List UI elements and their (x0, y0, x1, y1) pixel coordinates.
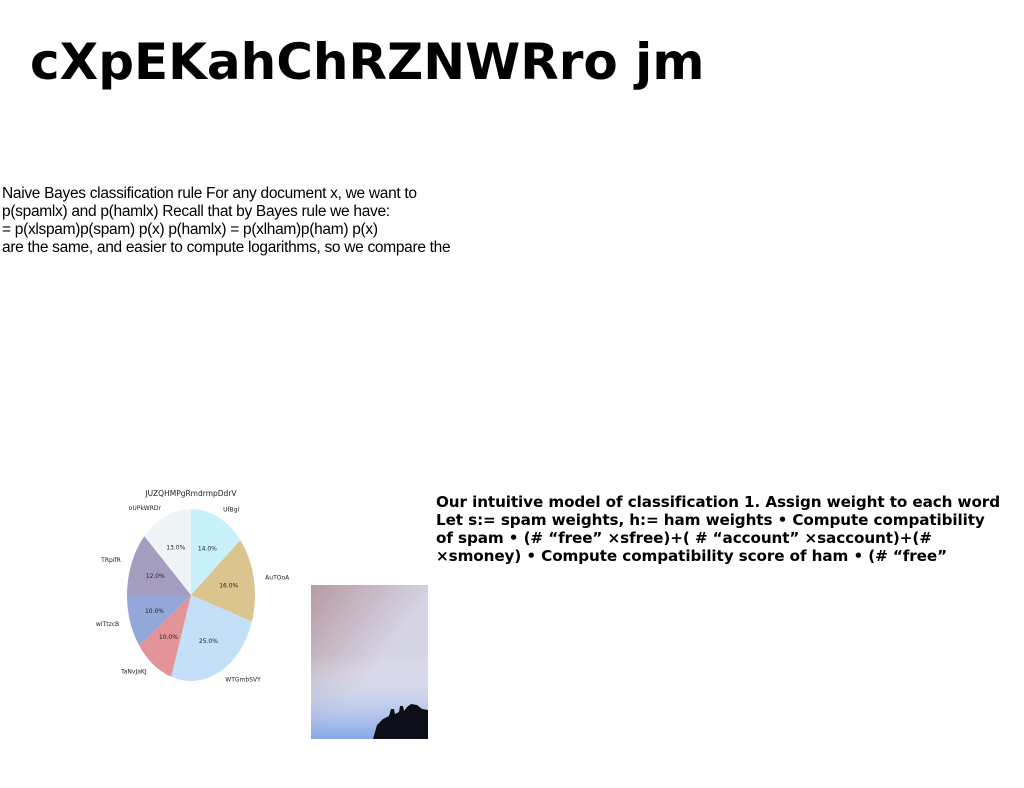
slice-category-label: UfBgl (223, 506, 239, 513)
slice-category-label: WTGmbSVY (225, 676, 261, 683)
paragraph-line: p(spamlx) and p(hamlx) Recall that by Ba… (2, 203, 390, 220)
slice-percent-label: 12.0% (146, 573, 165, 580)
slice-percent-label: 10.0% (159, 634, 178, 641)
slice-category-label: AuTOoA (265, 574, 290, 581)
slice-percent-label: 13.0% (166, 545, 185, 552)
slice-category-label: TRpifR (100, 557, 121, 564)
chart-title: JUZQHMPgRmdrmpDdrV (144, 489, 237, 498)
bold-text-line: Our intuitive model of classification 1.… (436, 493, 1000, 511)
pie-chart-svg: JUZQHMPgRmdrmpDdrV 14.0% UfBgl 16.0% AuTOoA… (96, 489, 290, 683)
slice-percent-label: 25.0% (199, 638, 218, 645)
slice-category-label: oUPkWRDr (129, 505, 162, 512)
paragraph-line: are the same, and easier to compute loga… (2, 239, 451, 256)
paragraph-line: = p(xlspam)p(spam) p(x) p(hamlx) = p(xlh… (2, 221, 378, 238)
bayes-rule-paragraph: Naive Bayes classification rule For any … (2, 185, 522, 257)
bold-text-line: of spam • (# “free” ×sfree)+( # “account… (436, 529, 932, 547)
slice-percent-label: 14.0% (198, 545, 217, 552)
slice-percent-label: 10.0% (145, 608, 164, 615)
page-title: cXpEKahChRZNWRro jm (30, 33, 705, 91)
slice-percent-label: 16.0% (219, 582, 238, 589)
paragraph-line: Naive Bayes classification rule For any … (2, 185, 417, 202)
slice-category-label: TaNvJaKJ (120, 669, 147, 676)
bold-text-line: Let s:= spam weights, h:= ham weights • … (436, 511, 985, 529)
sunset-photo (311, 585, 428, 739)
pie-chart: JUZQHMPgRmdrmpDdrV 14.0% UfBgl 16.0% AuTOoA… (95, 482, 295, 692)
bold-text-line: ×smoney) • Compute compatibility score o… (436, 547, 947, 565)
sunset-photo-svg (311, 585, 428, 739)
classification-model-text: Our intuitive model of classification 1.… (436, 493, 1024, 565)
slice-category-label: wITtzcB (96, 621, 119, 628)
